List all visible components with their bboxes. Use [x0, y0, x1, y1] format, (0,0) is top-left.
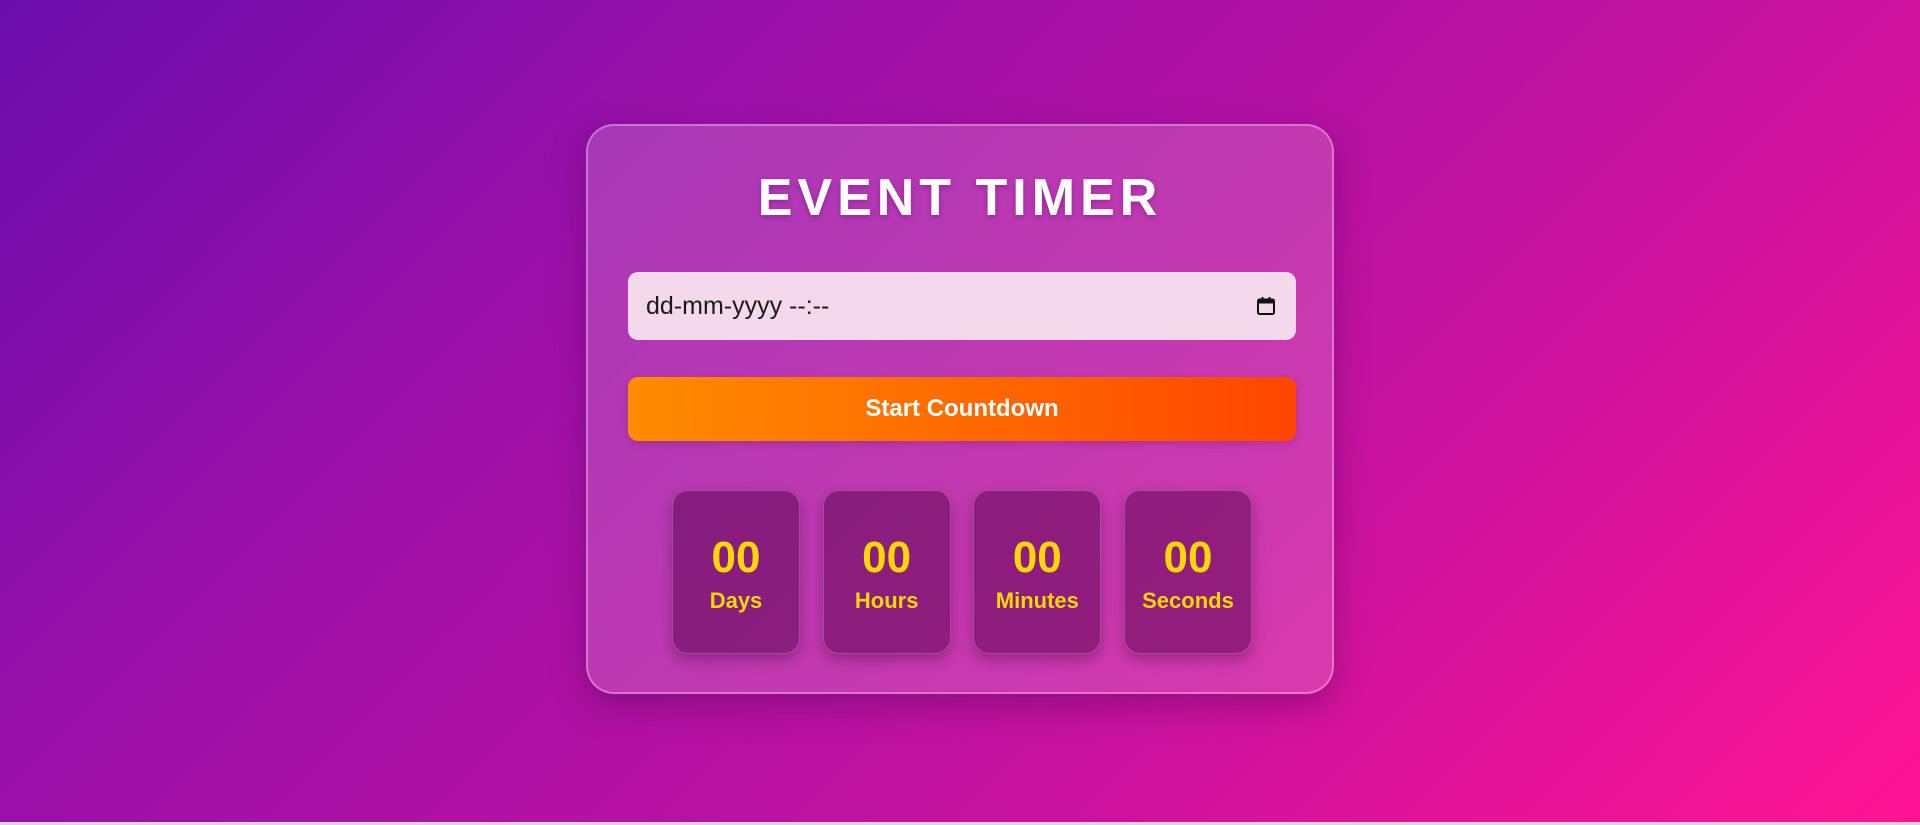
start-countdown-button[interactable]: Start Countdown [628, 377, 1296, 441]
countdown-days: 00 Days [672, 490, 800, 654]
hours-value: 00 [862, 533, 912, 582]
countdown-hours: 00 Hours [822, 490, 951, 654]
event-datetime-input[interactable]: dd-mm-yyyy --:-- [628, 272, 1296, 340]
calendar-icon[interactable] [1254, 294, 1278, 318]
countdown-minutes: 00 Minutes [973, 490, 1102, 654]
minutes-label: Minutes [995, 588, 1079, 613]
page-background: { "timer": { "title": "EVENT TIMER", "da… [0, 0, 1920, 825]
event-timer-card: EVENT TIMER dd-mm-yyyy --:-- Start Count… [586, 124, 1334, 694]
hours-label: Hours [854, 588, 919, 613]
countdown-display: 00 Days 00 Hours 00 Minutes 00 Seconds [672, 490, 1252, 654]
datetime-input-value: dd-mm-yyyy --:-- [646, 291, 830, 320]
seconds-label: Seconds [1142, 588, 1234, 613]
days-label: Days [709, 588, 763, 613]
seconds-value: 00 [1163, 533, 1213, 582]
days-value: 00 [711, 533, 761, 582]
page-title: EVENT TIMER [757, 169, 1163, 227]
countdown-seconds: 00 Seconds [1123, 490, 1252, 654]
minutes-value: 00 [1012, 533, 1062, 582]
